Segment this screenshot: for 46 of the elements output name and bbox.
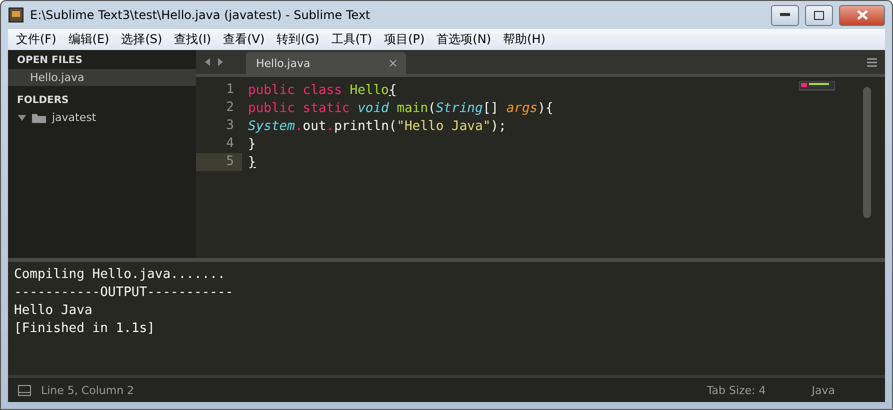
menu-item[interactable]: 帮助(H) bbox=[497, 31, 552, 48]
panel-icon[interactable] bbox=[18, 384, 31, 396]
folder-name: javatest bbox=[52, 111, 96, 124]
line-number: 3 bbox=[225, 117, 235, 135]
menu-item[interactable]: 选择(S) bbox=[115, 31, 168, 48]
menu-item[interactable]: 首选项(N) bbox=[430, 31, 498, 48]
tab-size-label[interactable]: Tab Size: 4 bbox=[706, 384, 766, 396]
menu-item[interactable]: 查找(I) bbox=[168, 31, 218, 48]
line-number: 1 bbox=[225, 81, 235, 99]
code-line: } bbox=[247, 136, 256, 152]
file-tab[interactable]: Hello.java × bbox=[246, 52, 406, 74]
maximize-icon bbox=[814, 10, 824, 20]
app-icon bbox=[8, 7, 24, 23]
output-line: Compiling Hello.java....... bbox=[14, 266, 226, 284]
close-tab-button[interactable]: × bbox=[388, 56, 398, 70]
code-line: public class Hello{ bbox=[247, 82, 397, 98]
folder-item[interactable]: javatest bbox=[8, 109, 196, 126]
maximize-button[interactable] bbox=[805, 4, 833, 26]
menu-item[interactable]: 查看(V) bbox=[217, 31, 271, 48]
line-number: 4 bbox=[225, 135, 235, 153]
menu-item[interactable]: 文件(F) bbox=[10, 31, 62, 48]
menu-icon[interactable] bbox=[867, 58, 877, 66]
code-line: public static void main(String[] args){ bbox=[247, 100, 554, 116]
close-icon bbox=[856, 10, 868, 20]
minimize-button[interactable] bbox=[771, 4, 799, 26]
folder-icon bbox=[32, 112, 46, 122]
code-line: System.out.println("Hello Java"); bbox=[247, 118, 506, 134]
menu-item[interactable]: 编辑(E) bbox=[62, 31, 116, 48]
output-line: Hello Java bbox=[14, 302, 94, 320]
minimize-icon bbox=[780, 13, 790, 17]
line-number: 5 bbox=[196, 153, 242, 171]
line-number: 2 bbox=[225, 99, 235, 117]
minimap-drawing bbox=[799, 81, 835, 91]
code-line: } bbox=[247, 154, 256, 170]
menu-item[interactable]: 工具(T) bbox=[325, 31, 378, 48]
syntax-label[interactable]: Java bbox=[812, 384, 835, 396]
menu-item[interactable]: 项目(P) bbox=[378, 31, 431, 48]
window-title: E:\Sublime Text3\test\Hello.java (javatest) - Sublime Text bbox=[30, 8, 372, 22]
section-heading: OPEN FILES bbox=[16, 54, 84, 68]
cursor-position: Line 5, Column 2 bbox=[41, 384, 134, 396]
output-line: [Finished in 1.1s] bbox=[14, 320, 156, 338]
section-heading: FOLDERS bbox=[16, 94, 70, 108]
file-item[interactable]: Hello.java bbox=[8, 69, 196, 86]
output-line: -----------OUTPUT----------- bbox=[14, 284, 234, 302]
close-button[interactable] bbox=[839, 4, 885, 26]
menu-item[interactable]: 转到(G) bbox=[270, 31, 326, 48]
